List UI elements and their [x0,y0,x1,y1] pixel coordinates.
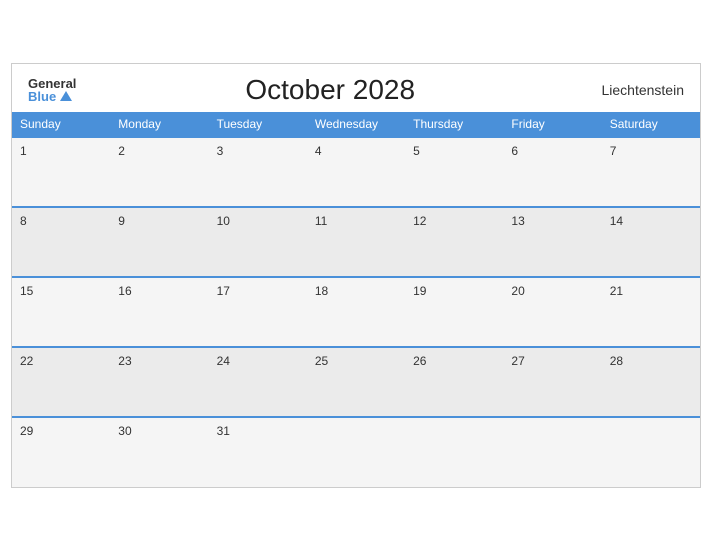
day-empty-1 [307,417,405,487]
day-9: 9 [110,207,208,277]
day-16: 16 [110,277,208,347]
day-29: 29 [12,417,110,487]
weekday-header-row: Sunday Monday Tuesday Wednesday Thursday… [12,112,700,137]
day-27: 27 [503,347,601,417]
day-22: 22 [12,347,110,417]
header-thursday: Thursday [405,112,503,137]
header-tuesday: Tuesday [209,112,307,137]
week-row-5: 29 30 31 [12,417,700,487]
day-23: 23 [110,347,208,417]
week-row-2: 8 9 10 11 12 13 14 [12,207,700,277]
week-row-4: 22 23 24 25 26 27 28 [12,347,700,417]
week-row-3: 15 16 17 18 19 20 21 [12,277,700,347]
logo-triangle-icon [60,91,72,101]
day-10: 10 [209,207,307,277]
day-4: 4 [307,137,405,207]
calendar-table: Sunday Monday Tuesday Wednesday Thursday… [12,112,700,487]
logo: General Blue [28,77,76,103]
day-11: 11 [307,207,405,277]
day-5: 5 [405,137,503,207]
day-14: 14 [602,207,700,277]
day-30: 30 [110,417,208,487]
day-empty-3 [503,417,601,487]
day-6: 6 [503,137,601,207]
day-3: 3 [209,137,307,207]
calendar-header: General Blue October 2028 Liechtenstein [12,64,700,112]
day-empty-2 [405,417,503,487]
day-25: 25 [307,347,405,417]
logo-blue-text: Blue [28,90,72,103]
logo-general-text: General [28,77,76,90]
calendar: General Blue October 2028 Liechtenstein … [11,63,701,488]
day-7: 7 [602,137,700,207]
header-friday: Friday [503,112,601,137]
day-17: 17 [209,277,307,347]
header-saturday: Saturday [602,112,700,137]
country-label: Liechtenstein [584,82,684,98]
day-21: 21 [602,277,700,347]
header-monday: Monday [110,112,208,137]
day-24: 24 [209,347,307,417]
calendar-title: October 2028 [76,74,584,106]
day-13: 13 [503,207,601,277]
day-28: 28 [602,347,700,417]
header-sunday: Sunday [12,112,110,137]
day-18: 18 [307,277,405,347]
day-19: 19 [405,277,503,347]
day-20: 20 [503,277,601,347]
day-empty-4 [602,417,700,487]
header-wednesday: Wednesday [307,112,405,137]
day-15: 15 [12,277,110,347]
day-1: 1 [12,137,110,207]
day-31: 31 [209,417,307,487]
day-2: 2 [110,137,208,207]
week-row-1: 1 2 3 4 5 6 7 [12,137,700,207]
day-26: 26 [405,347,503,417]
day-8: 8 [12,207,110,277]
day-12: 12 [405,207,503,277]
